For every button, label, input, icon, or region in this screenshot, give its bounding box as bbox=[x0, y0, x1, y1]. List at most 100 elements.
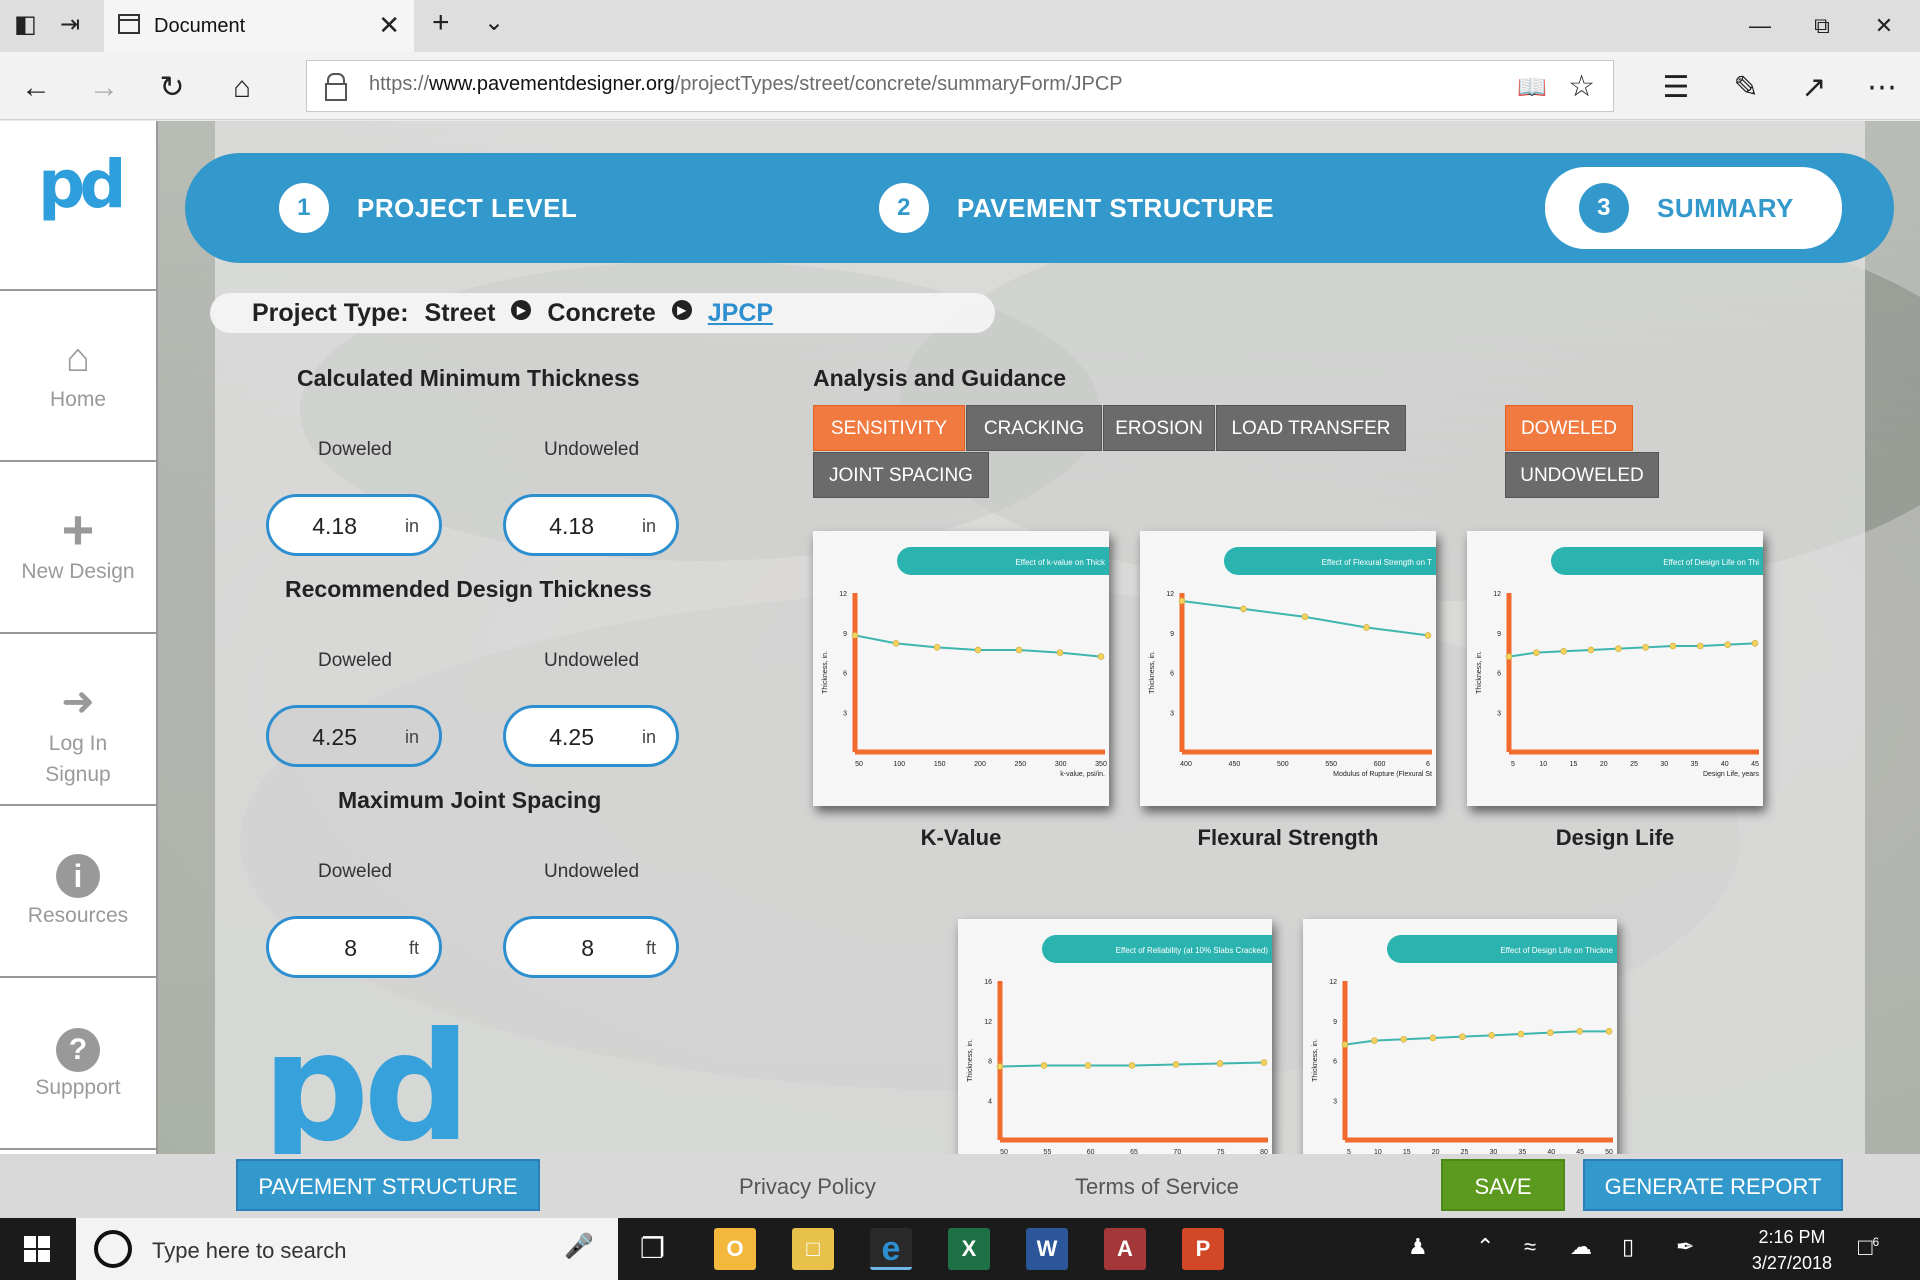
tab-load-transfer[interactable]: LOAD TRANSFER bbox=[1216, 405, 1406, 451]
field-unit: ft bbox=[645, 938, 656, 958]
reading-view-icon[interactable]: 📖 bbox=[1517, 73, 1547, 102]
generate-report-button[interactable]: GENERATE REPORT bbox=[1583, 1159, 1843, 1211]
step-pavement-structure[interactable]: 2 PAVEMENT STRUCTURE bbox=[879, 178, 1274, 238]
chart-x-label: Modulus of Rupture (Flexural St bbox=[1333, 771, 1432, 778]
restore-button[interactable]: ⧉ bbox=[1792, 6, 1852, 46]
sidebar-item-login[interactable]: ➜ Log In Signup bbox=[0, 636, 156, 806]
browser-tab[interactable]: Document ✕ bbox=[104, 0, 414, 52]
cortana-icon[interactable] bbox=[94, 1230, 132, 1268]
favorites-hub-icon[interactable]: ☰ bbox=[1654, 66, 1698, 110]
rec-undoweled-field[interactable]: 4.25 in bbox=[503, 705, 679, 767]
taskbar-search-box[interactable]: Type here to search 🎤 bbox=[76, 1218, 618, 1280]
chart-x-tick: 15 bbox=[1570, 761, 1578, 768]
refresh-button[interactable]: ↻ bbox=[150, 66, 194, 110]
show-hidden-icons-chevron-icon[interactable]: ⌃ bbox=[1476, 1234, 1494, 1260]
field-unit: in bbox=[641, 516, 656, 536]
people-icon[interactable]: ♟ bbox=[1408, 1234, 1428, 1260]
edge-taskbar-icon[interactable]: e bbox=[870, 1228, 912, 1270]
undoweled-label: Undoweled bbox=[544, 439, 640, 460]
home-button[interactable]: ⌂ bbox=[220, 66, 264, 110]
chart-y-tick: 4 bbox=[988, 1098, 992, 1105]
new-tab-icon[interactable]: + bbox=[432, 6, 450, 40]
chart-y-tick: 12 bbox=[1166, 591, 1174, 598]
share-icon[interactable]: ↗ bbox=[1792, 66, 1836, 110]
sidebar: pd ⌂ Home + New Design ➜ Log In Signup i… bbox=[0, 121, 158, 1154]
back-button[interactable]: ← bbox=[14, 66, 58, 110]
chart-svg: Effect of Flexural Strength on T 12 9 6 3 Thi… bbox=[1149, 547, 1436, 778]
chart-point bbox=[1724, 641, 1731, 648]
chart-x-tick: 250 bbox=[1014, 761, 1026, 768]
set-aside-tabs-icon[interactable]: ⇥ bbox=[60, 10, 80, 39]
doweled-toggle[interactable]: DOWELED bbox=[1505, 405, 1633, 451]
excel-taskbar-icon[interactable]: X bbox=[948, 1228, 990, 1270]
close-tab-icon[interactable]: ✕ bbox=[378, 10, 400, 41]
file-explorer-taskbar-icon[interactable]: □ bbox=[792, 1228, 834, 1270]
onedrive-cloud-icon[interactable]: ☁ bbox=[1570, 1234, 1592, 1260]
chart-point bbox=[1533, 649, 1540, 656]
tab-joint-spacing[interactable]: JOINT SPACING bbox=[813, 452, 989, 498]
tab-cracking[interactable]: CRACKING bbox=[966, 405, 1102, 451]
windows-start-icon[interactable] bbox=[24, 1236, 50, 1262]
access-taskbar-icon[interactable]: A bbox=[1104, 1228, 1146, 1270]
tab-list-chevron-icon[interactable]: ⌄ bbox=[484, 8, 504, 37]
pavement-structure-back-button[interactable]: PAVEMENT STRUCTURE bbox=[236, 1159, 540, 1211]
chart-y-tick: 3 bbox=[1497, 710, 1501, 717]
chart-x-tick: 35 bbox=[1691, 761, 1699, 768]
chart-reliability[interactable]: Effect of Reliability (at 10% Slabs Crac… bbox=[958, 919, 1272, 1154]
joint-doweled-field[interactable]: 8 ft bbox=[266, 916, 442, 978]
chart-point bbox=[1015, 646, 1023, 654]
pen-workspace-icon[interactable]: ✒ bbox=[1676, 1234, 1694, 1260]
joint-undoweled-field[interactable]: 8 ft bbox=[503, 916, 679, 978]
action-center-icon[interactable]: □6 bbox=[1858, 1234, 1879, 1262]
rec-doweled-field[interactable]: 4.25 in bbox=[266, 705, 442, 767]
tab-erosion[interactable]: EROSION bbox=[1103, 405, 1215, 451]
chart-y-tick: 16 bbox=[984, 979, 992, 986]
field-value: 4.25 bbox=[312, 724, 357, 750]
chart-design-life-2[interactable]: Effect of Design Life on Thickne 12 9 6 3 Thi… bbox=[1303, 919, 1617, 1154]
field-unit: in bbox=[404, 516, 419, 536]
url-field[interactable]: https://www.pavementdesigner.org/project… bbox=[306, 60, 1614, 112]
powerpoint-taskbar-icon[interactable]: P bbox=[1182, 1228, 1224, 1270]
microphone-icon[interactable]: 🎤 bbox=[564, 1232, 594, 1261]
tab-actions-icon[interactable]: ◧ bbox=[14, 10, 37, 39]
forward-button[interactable]: → bbox=[82, 66, 126, 110]
wifi-icon[interactable]: ≈ bbox=[1524, 1234, 1536, 1260]
word-taskbar-icon[interactable]: W bbox=[1026, 1228, 1068, 1270]
calc-undoweled-field[interactable]: 4.18 in bbox=[503, 494, 679, 556]
chart-flexural-strength[interactable]: Effect of Flexural Strength on T 12 9 6 3 Thi… bbox=[1140, 531, 1436, 806]
web-note-icon[interactable]: ✎ bbox=[1724, 66, 1768, 110]
chart-point bbox=[1615, 645, 1622, 652]
sidebar-item-new-design[interactable]: + New Design bbox=[0, 464, 156, 634]
chart-k-value[interactable]: Effect of k-value on Thick 12 9 6 3 Thickness… bbox=[813, 531, 1109, 806]
minimize-button[interactable]: — bbox=[1730, 6, 1790, 46]
close-window-button[interactable]: ✕ bbox=[1854, 6, 1914, 46]
battery-icon[interactable]: ▯ bbox=[1622, 1234, 1634, 1260]
chart-banner-text: Effect of k-value on Thick bbox=[1015, 558, 1106, 567]
chart-point bbox=[1697, 642, 1704, 650]
tab-sensitivity[interactable]: SENSITIVITY bbox=[813, 405, 965, 451]
calc-doweled-field[interactable]: 4.18 in bbox=[266, 494, 442, 556]
terms-of-service-link[interactable]: Terms of Service bbox=[1075, 1174, 1239, 1200]
chart-point bbox=[1341, 1041, 1349, 1048]
chart-y-tick: 12 bbox=[1329, 979, 1337, 986]
undoweled-toggle[interactable]: UNDOWELED bbox=[1505, 452, 1659, 498]
favorite-star-icon[interactable]: ☆ bbox=[1568, 69, 1595, 104]
chart-point bbox=[1371, 1037, 1378, 1044]
task-view-icon[interactable]: ❐ bbox=[640, 1232, 665, 1265]
sidebar-item-support[interactable]: ? Suppport bbox=[0, 980, 156, 1150]
sidebar-item-resources[interactable]: i Resources bbox=[0, 808, 156, 978]
step-summary[interactable]: 3 SUMMARY bbox=[1545, 167, 1842, 249]
more-menu-icon[interactable]: ⋯ bbox=[1860, 66, 1904, 110]
step-project-level[interactable]: 1 PROJECT LEVEL bbox=[279, 178, 577, 238]
breadcrumb-jpcp-link[interactable]: JPCP bbox=[708, 299, 773, 328]
sidebar-item-home[interactable]: ⌂ Home bbox=[0, 292, 156, 462]
outlook-taskbar-icon[interactable]: O bbox=[714, 1228, 756, 1270]
chart-design-life[interactable]: Effect of Design Life on Thi 12 9 6 3 Thickne… bbox=[1467, 531, 1763, 806]
privacy-policy-link[interactable]: Privacy Policy bbox=[739, 1174, 876, 1200]
sidebar-logo[interactable]: pd bbox=[0, 121, 156, 291]
chart-y-tick: 9 bbox=[1497, 631, 1501, 638]
save-button[interactable]: SAVE bbox=[1441, 1159, 1565, 1211]
chart-x-tick: 150 bbox=[934, 761, 946, 768]
chart-point bbox=[1056, 649, 1064, 656]
taskbar-clock[interactable]: 2:16 PM 3/27/2018 bbox=[1752, 1224, 1832, 1276]
